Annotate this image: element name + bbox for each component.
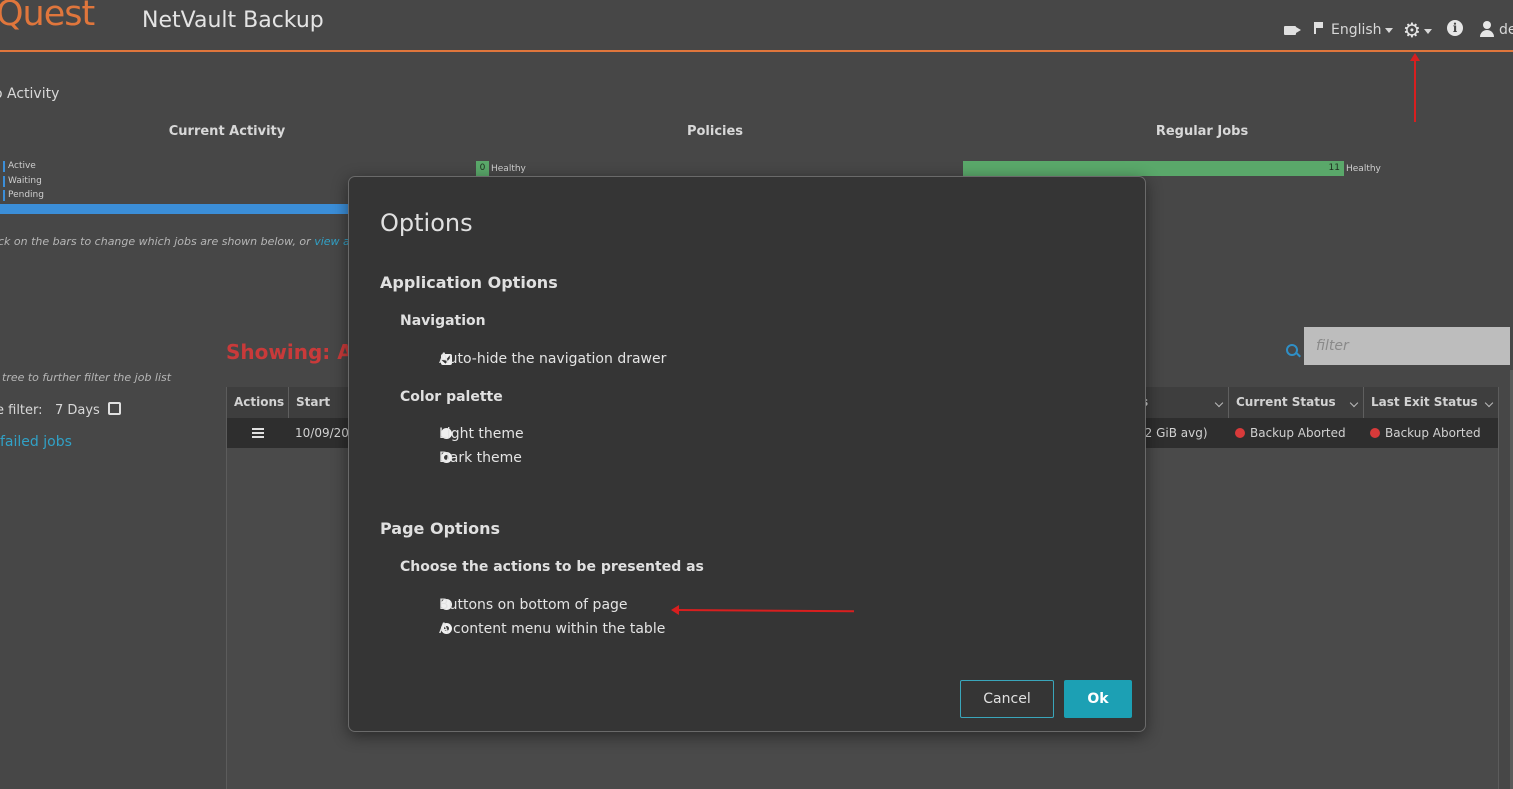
- date-filter-label: e filter:: [0, 403, 43, 418]
- cell-current-status: Backup Aborted: [1235, 418, 1346, 448]
- cell-last-exit-status: Backup Aborted: [1370, 418, 1481, 448]
- col-current-status[interactable]: Current Status: [1229, 387, 1364, 418]
- current-activity-title: Current Activity: [168, 124, 286, 139]
- legend-active[interactable]: Active: [3, 161, 36, 172]
- error-icon: [1235, 428, 1245, 438]
- user-name[interactable]: de: [1499, 22, 1513, 38]
- date-filter: e filter: 7 Days: [0, 402, 121, 418]
- col-size[interactable]: s: [1134, 387, 1229, 418]
- col-current-status-label: Current Status: [1236, 395, 1336, 409]
- quest-logo[interactable]: Quest: [0, 0, 95, 34]
- legend-waiting[interactable]: Waiting: [3, 176, 42, 187]
- page-title: o Activity: [0, 86, 60, 102]
- info-icon[interactable]: i: [1447, 20, 1463, 36]
- col-last-exit-status-label: Last Exit Status: [1371, 395, 1478, 409]
- col-actions[interactable]: Actions: [227, 387, 289, 418]
- cancel-button[interactable]: Cancel: [960, 680, 1054, 718]
- navigation-heading: Navigation: [400, 313, 486, 329]
- current-status-text: Backup Aborted: [1250, 426, 1346, 440]
- filter-input[interactable]: [1304, 327, 1510, 365]
- buttons-option-label[interactable]: Buttons on bottom of page: [439, 597, 628, 613]
- bars-hint-text: ck on the bars to change which jobs are …: [0, 235, 315, 248]
- chevron-down-icon: [1484, 398, 1494, 408]
- col-start-time[interactable]: Start Tim: [289, 387, 351, 440]
- chevron-down-icon: [1423, 29, 1432, 34]
- user-icon[interactable]: [1480, 21, 1494, 37]
- cell-size: (2 GiB avg): [1140, 426, 1208, 440]
- tree-hint: tree to further filter the job list: [2, 371, 172, 384]
- regular-jobs-healthy-bar[interactable]: 11: [963, 161, 1344, 176]
- language-label: English: [1331, 22, 1382, 38]
- dialog-title: Options: [380, 209, 473, 237]
- failed-jobs-link[interactable]: failed jobs: [0, 434, 72, 450]
- col-last-exit-status[interactable]: Last Exit Status: [1364, 387, 1498, 418]
- choose-actions-heading: Choose the actions to be presented as: [400, 559, 704, 575]
- chevron-down-icon: [1214, 398, 1224, 408]
- regular-jobs-healthy-label: Healthy: [1346, 164, 1381, 174]
- policies-healthy-label: Healthy: [491, 164, 526, 174]
- ok-button[interactable]: Ok: [1064, 680, 1132, 718]
- edit-icon[interactable]: [107, 402, 121, 415]
- error-icon: [1370, 428, 1380, 438]
- video-icon[interactable]: [1284, 26, 1301, 35]
- date-filter-value: 7 Days: [54, 403, 100, 418]
- settings-gear-icon[interactable]: ⚙: [1403, 18, 1432, 42]
- application-options-heading: Application Options: [380, 273, 558, 292]
- app-header: Quest NetVault Backup English ⚙ i de: [0, 0, 1513, 52]
- language-dropdown[interactable]: English: [1331, 22, 1393, 38]
- chevron-down-icon: [1349, 398, 1359, 408]
- policies-title: Policies: [686, 124, 744, 139]
- menu-option-label[interactable]: A content menu within the table: [439, 621, 665, 637]
- activity-bar[interactable]: [0, 204, 350, 214]
- color-palette-heading: Color palette: [400, 389, 503, 405]
- app-title: NetVault Backup: [142, 8, 324, 33]
- chevron-down-icon: [1384, 27, 1393, 33]
- search-icon: [1286, 344, 1298, 356]
- policies-healthy-bar[interactable]: 0: [476, 161, 489, 176]
- showing-title: Showing: Al: [226, 340, 360, 364]
- regular-jobs-title: Regular Jobs: [1155, 124, 1249, 139]
- options-dialog: Options Application Options Navigation A…: [348, 176, 1146, 732]
- annotation-arrow-up: [1410, 53, 1420, 122]
- legend-pending[interactable]: Pending: [3, 190, 44, 201]
- last-exit-status-text: Backup Aborted: [1385, 426, 1481, 440]
- page-options-heading: Page Options: [380, 519, 501, 538]
- auto-hide-label[interactable]: Auto-hide the navigation drawer: [439, 351, 666, 367]
- bars-hint: ck on the bars to change which jobs are …: [0, 235, 365, 248]
- dark-theme-label[interactable]: Dark theme: [439, 450, 522, 466]
- menu-icon[interactable]: [252, 428, 264, 430]
- flag-icon: [1314, 22, 1323, 34]
- light-theme-label[interactable]: Light theme: [439, 426, 524, 442]
